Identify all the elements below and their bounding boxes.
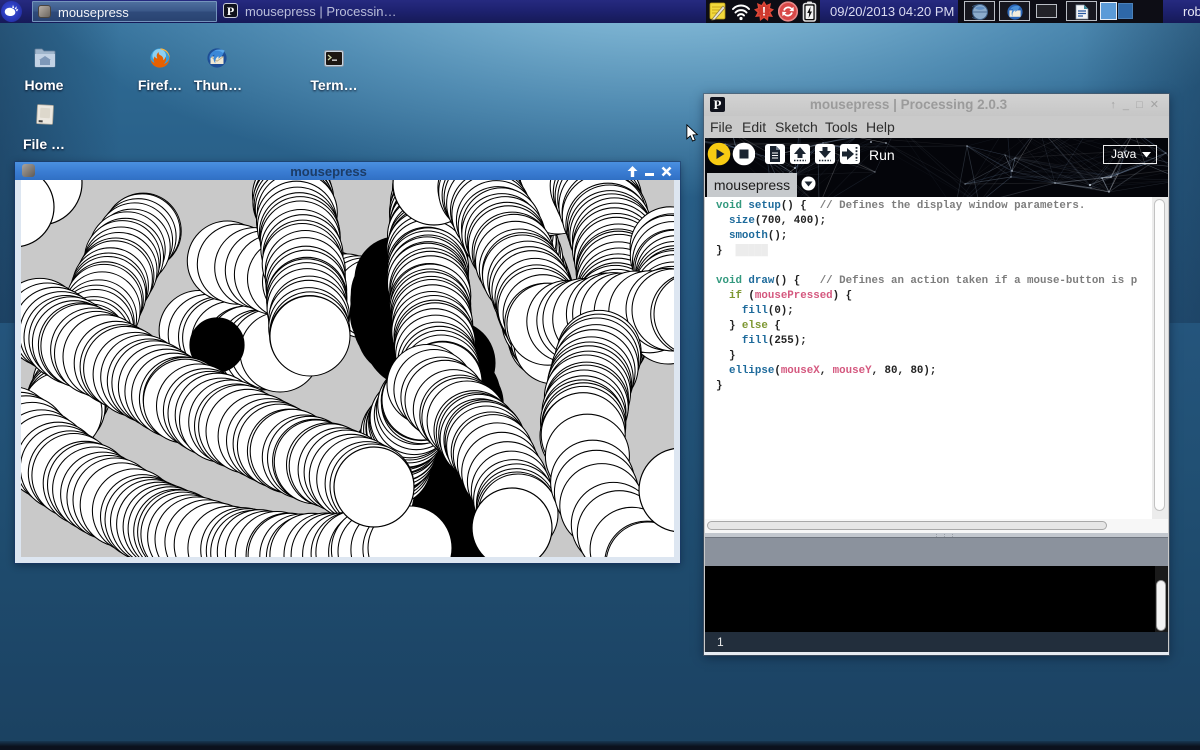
svg-text:!: ! [762,5,766,19]
